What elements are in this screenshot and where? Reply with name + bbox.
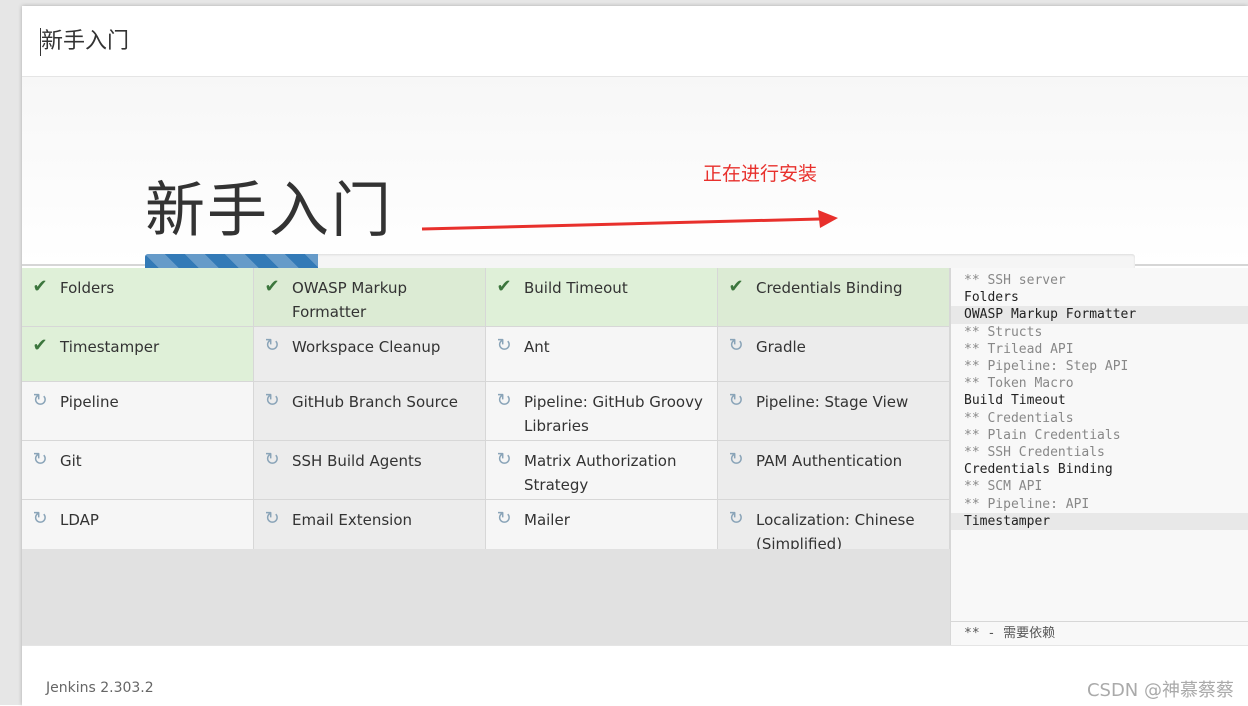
log-legend: ** - 需要依赖 [951,621,1248,645]
plugin-name: Git [60,452,82,470]
check-icon: ✔ [32,276,48,297]
log-dependency-line: ** Pipeline: Step API [964,359,1129,375]
plugin-name: Localization: Chinese (Simplified) [756,511,915,553]
dialog-header: 新手入门 [22,6,1248,77]
plugin-item: ↻ Pipeline: GitHub Groovy Libraries [486,382,717,440]
plugin-item: ↻ SSH Build Agents [254,441,485,499]
log-plugin-line: OWASP Markup Formatter [951,306,1248,324]
refresh-icon: ↻ [728,390,744,411]
plugin-item: ✔ Credentials Binding [718,268,949,326]
check-icon: ✔ [32,335,48,356]
refresh-icon: ↻ [496,449,512,470]
plugin-name: Mailer [524,511,570,529]
plugin-name: Folders [60,279,115,297]
check-icon: ✔ [264,276,280,297]
log-plugin-line: Build Timeout [964,393,1066,409]
refresh-icon: ↻ [32,449,48,470]
plugin-name: Build Timeout [524,279,628,297]
refresh-icon: ↻ [728,508,744,529]
plugin-item: ↻ Workspace Cleanup [254,327,485,381]
plugin-name: Gradle [756,338,806,356]
jenkins-version: Jenkins 2.303.2 [46,680,154,696]
installing-annotation: 正在进行安装 [703,163,818,185]
plugin-grid: ✔ Folders ✔ OWASP Markup Formatter ✔ Build Ti… [22,268,950,560]
log-dependency-line: ** Trilead API [964,341,1074,357]
plugin-item: ✔ Folders [22,268,253,326]
plugin-name: Ant [524,338,550,356]
refresh-icon: ↻ [496,390,512,411]
plugin-name: SSH Build Agents [292,452,422,470]
log-dependency-line: ** SSH Credentials [964,445,1105,461]
setup-wizard-dialog: 新手入门 新手入门 正在进行安装 ✔ Folders ✔ OWASP Markup F… [22,6,1248,706]
log-dependency-line: ** Plain Credentials [964,427,1121,443]
page-title: 新手入门 [145,176,393,246]
log-plugin-line: Timestamper [951,512,1248,531]
log-dependency-line: ** SCM API [964,479,1043,495]
refresh-icon: ↻ [32,390,48,411]
log-dependency-line: ** Structs [964,324,1043,340]
plugin-name: PAM Authentication [756,452,903,470]
plugin-name: Workspace Cleanup [292,338,441,356]
dialog-title: 新手入门 [40,28,130,56]
plugin-name: Pipeline: Stage View [756,393,909,411]
plugin-name: Pipeline [60,393,119,411]
plugin-item: ↻ Pipeline: Stage View [718,382,949,440]
plugin-item: ✔ OWASP Markup Formatter [254,268,485,326]
plugin-item: ↻ Pipeline [22,382,253,440]
plugin-name: LDAP [60,511,99,529]
install-log-panel[interactable]: ** SSH server Folders OWASP Markup Formatt… [950,268,1248,645]
annotation-arrow-icon [421,210,838,231]
install-log-lines: ** SSH server Folders OWASP Markup Formatt… [951,268,1248,531]
plugin-name: Timestamper [60,338,160,356]
log-dependency-line: ** Pipeline: API [964,496,1090,512]
plugin-name: OWASP Markup Formatter [292,279,407,321]
plugin-grid-empty-area [22,549,950,645]
hero-section: 新手入门 正在进行安装 [22,77,1248,278]
refresh-icon: ↻ [264,335,280,356]
plugin-item: ↻ Gradle [718,327,949,381]
plugin-item: ↻ Git [22,441,253,499]
plugin-item: ↻ Matrix Authorization Strategy [486,441,717,499]
log-plugin-line: Folders [964,290,1019,306]
refresh-icon: ↻ [32,508,48,529]
check-icon: ✔ [496,276,512,297]
dialog-footer: Jenkins 2.303.2 CSDN @神慕蔡蔡 [22,645,1248,706]
plugin-name: Email Extension [292,511,413,529]
refresh-icon: ↻ [264,449,280,470]
log-plugin-line: Credentials Binding [964,462,1113,478]
log-dependency-line: ** Token Macro [964,376,1074,392]
window-left-edge [0,0,22,705]
plugin-item: ✔ Build Timeout [486,268,717,326]
refresh-icon: ↻ [728,335,744,356]
log-dependency-line: ** Credentials [964,410,1074,426]
plugin-item: ↻ Ant [486,327,717,381]
log-dependency-line: ** SSH server [964,273,1066,288]
plugin-name: Pipeline: GitHub Groovy Libraries [524,393,703,435]
refresh-icon: ↻ [264,508,280,529]
refresh-icon: ↻ [496,508,512,529]
refresh-icon: ↻ [496,335,512,356]
watermark: CSDN @神慕蔡蔡 [1086,680,1234,701]
plugin-name: Credentials Binding [756,279,903,297]
plugin-name: Matrix Authorization Strategy [524,452,677,494]
refresh-icon: ↻ [264,390,280,411]
plugin-item: ↻ GitHub Branch Source [254,382,485,440]
plugin-name: GitHub Branch Source [292,393,458,411]
refresh-icon: ↻ [728,449,744,470]
plugin-item: ✔ Timestamper [22,327,253,381]
check-icon: ✔ [728,276,744,297]
plugin-item: ↻ PAM Authentication [718,441,949,499]
